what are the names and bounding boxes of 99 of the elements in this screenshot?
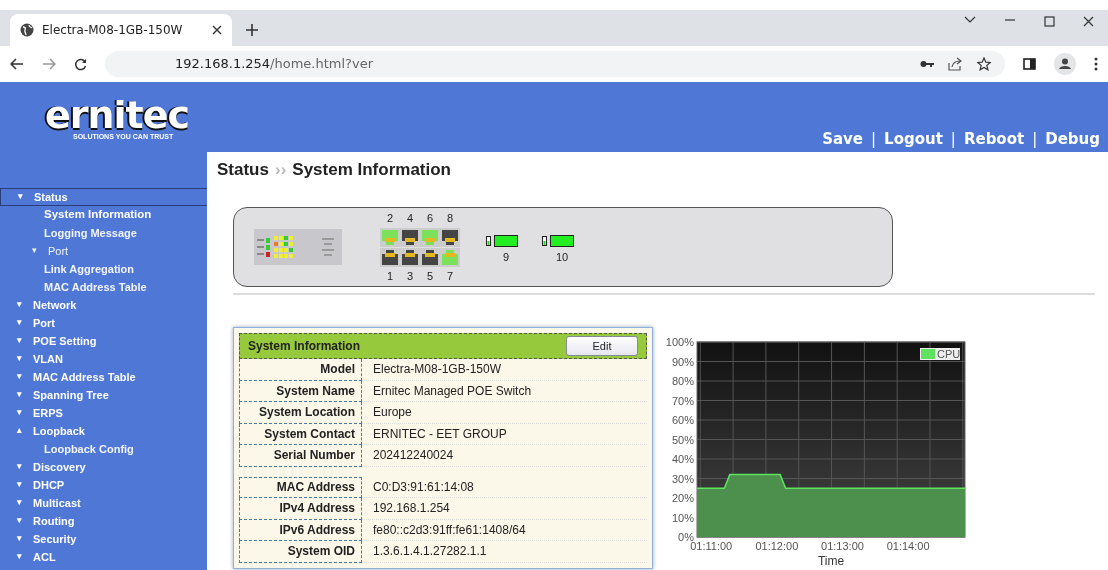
field-label: MAC Address xyxy=(239,476,362,498)
edit-button[interactable]: Edit xyxy=(566,336,638,356)
port-number: 2 xyxy=(386,211,394,226)
field-value: C0:D3:91:61:14:08 xyxy=(362,476,647,498)
y-tick-label: 80% xyxy=(671,375,694,387)
field-label: Model xyxy=(239,359,362,381)
side-panel-icon[interactable] xyxy=(1023,58,1036,70)
x-tick-label: 01:13:00 xyxy=(821,540,864,552)
page-title: System Information xyxy=(292,160,451,180)
field-value: 1.3.6.1.4.1.27282.1.1 xyxy=(362,541,647,563)
field-value: 192.168.1.254 xyxy=(362,498,647,520)
port-number: 8 xyxy=(446,211,454,226)
maximize-icon[interactable] xyxy=(1044,15,1055,27)
field-value: fe80::c2d3:91ff:fe61:1408/64 xyxy=(362,519,647,541)
sidebar-item[interactable]: ▾ Port xyxy=(0,314,207,332)
close-icon[interactable] xyxy=(212,25,222,35)
key-icon[interactable] xyxy=(920,60,934,68)
header-link[interactable]: Logout xyxy=(884,127,943,150)
sidebar-item[interactable]: ▾ Status xyxy=(0,188,207,206)
field-label: System Contact xyxy=(239,423,362,445)
port-number: 3 xyxy=(406,268,414,284)
close-icon[interactable] xyxy=(1083,15,1094,27)
sidebar-subitem[interactable]: Link Aggregation xyxy=(0,260,207,278)
field-label: System Location xyxy=(239,402,362,424)
back-arrow-icon[interactable] xyxy=(10,58,24,70)
browser-tab[interactable]: Electra-M08-1GB-150W xyxy=(10,14,232,46)
link-separator: | xyxy=(950,128,956,150)
field-label: System Name xyxy=(239,380,362,402)
sidebar-item[interactable]: ▾ Routing xyxy=(0,512,207,530)
link-separator: | xyxy=(871,128,877,150)
sidebar-item[interactable]: ▾ VLAN xyxy=(0,350,207,368)
sidebar-subitem[interactable]: Logging Message xyxy=(0,224,207,242)
y-tick-label: 20% xyxy=(671,492,694,504)
link-separator: | xyxy=(1032,128,1038,150)
profile-avatar-icon[interactable] xyxy=(1054,53,1076,75)
reload-icon[interactable] xyxy=(74,57,87,71)
chevron-down-icon[interactable] xyxy=(964,15,976,24)
chart-legend: CPU xyxy=(920,348,961,360)
legend-label: CPU xyxy=(937,348,961,360)
logo: ernitec xyxy=(45,98,190,132)
field-label: IPv4 Address xyxy=(239,498,362,520)
sidebar-item[interactable]: ▾ Security xyxy=(0,530,207,548)
sidebar-item[interactable]: ▴ Loopback xyxy=(0,422,207,440)
field-value: 202412240024 xyxy=(362,445,647,467)
address-bar[interactable]: 192.168.1.254/home.html?ver xyxy=(105,51,1005,77)
sidebar-subitem[interactable]: MAC Address Table xyxy=(0,278,207,296)
port-number: 6 xyxy=(426,211,434,226)
x-tick-label: 01:12:00 xyxy=(755,540,799,552)
share-icon[interactable] xyxy=(948,57,963,71)
field-value: ERNITEC - EET GROUP xyxy=(362,423,647,445)
sidebar-item[interactable]: ▾ MAC Address Table xyxy=(0,368,207,386)
port-number: 9 xyxy=(502,249,510,265)
sidebar-item[interactable]: ▾ ACL xyxy=(0,548,207,566)
sidebar-subitem[interactable]: Loopback Config xyxy=(0,440,207,458)
header-link[interactable]: Reboot xyxy=(963,127,1025,150)
y-tick-label: 100% xyxy=(665,337,694,348)
y-tick-label: 70% xyxy=(671,394,694,407)
star-icon[interactable] xyxy=(977,57,991,71)
y-tick-label: 30% xyxy=(671,472,694,485)
field-label: IPv6 Address xyxy=(239,519,362,541)
y-tick-label: 0% xyxy=(678,531,694,543)
y-tick-label: 90% xyxy=(671,355,694,368)
y-tick-label: 50% xyxy=(671,433,694,446)
y-tick-label: 10% xyxy=(671,511,694,524)
breadcrumb-separator: ›› xyxy=(274,160,287,180)
sidebar-item[interactable]: ▾ DHCP xyxy=(0,476,207,494)
y-tick-label: 60% xyxy=(671,414,694,426)
port-number: 5 xyxy=(426,268,434,284)
forward-arrow-icon xyxy=(42,58,56,70)
card-title: System Information xyxy=(248,338,361,355)
x-tick-label: 01:11:00 xyxy=(690,540,733,552)
globe-icon xyxy=(20,23,34,37)
port-number: 7 xyxy=(446,268,454,284)
sidebar-item[interactable]: ▾ ERPS xyxy=(0,404,207,422)
sidebar-item[interactable]: ▾ Network xyxy=(0,296,207,314)
plus-icon[interactable] xyxy=(246,24,258,36)
field-value: Electra-M08-1GB-150W xyxy=(362,359,647,381)
more-menu-icon[interactable] xyxy=(1094,57,1098,71)
field-label: Serial Number xyxy=(239,445,362,467)
breadcrumb-section: Status xyxy=(217,160,269,180)
url-text: 192.168.1.254/home.html?ver xyxy=(175,55,374,74)
y-tick-label: 40% xyxy=(671,453,694,465)
sidebar-subitem[interactable]: ▾ Port xyxy=(0,242,207,260)
field-value: Europe xyxy=(362,402,647,424)
port-number: 1 xyxy=(386,268,394,284)
sidebar-item[interactable]: ▾ Multicast xyxy=(0,494,207,512)
tab-title: Electra-M08-1GB-150W xyxy=(42,22,184,39)
sidebar-subitem[interactable]: System Information xyxy=(0,206,207,224)
x-tick-label: 01:14:00 xyxy=(886,540,930,552)
sidebar-item[interactable]: ▾ POE Setting xyxy=(0,332,207,350)
x-axis-title: Time xyxy=(817,554,845,568)
sidebar-item[interactable]: ▾ Discovery xyxy=(0,458,207,476)
header-link[interactable]: Save xyxy=(822,127,863,150)
field-label: System OID xyxy=(239,541,362,563)
sidebar-item[interactable]: ▾ Spanning Tree xyxy=(0,386,207,404)
header-link[interactable]: Debug xyxy=(1045,127,1100,150)
port-number: 10 xyxy=(555,249,569,265)
port-number: 4 xyxy=(406,211,414,226)
field-value: Ernitec Managed POE Switch xyxy=(362,380,647,402)
